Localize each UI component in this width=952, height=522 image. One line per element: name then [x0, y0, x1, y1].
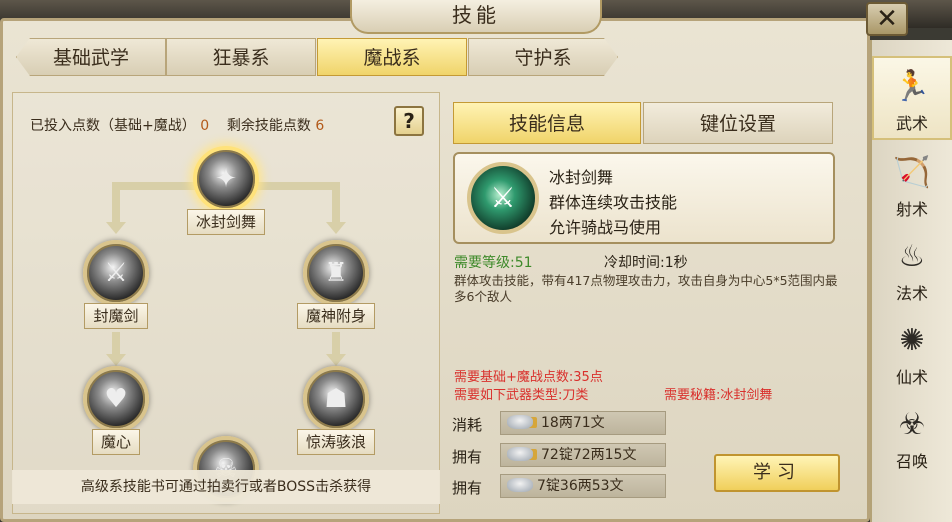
skill-name: 冰封剑舞 [549, 168, 614, 187]
summon-beast-icon: ☣ [898, 407, 926, 442]
skill-type: 群体连续攻击技能 [549, 193, 678, 212]
side-tab-magic[interactable]: ♨ 法术 [872, 228, 952, 312]
tree-connector [332, 332, 340, 354]
side-tab-label: 法术 [895, 284, 928, 303]
silver-ingot-icon [507, 478, 533, 492]
skill-node-label: 冰封剑舞 [186, 209, 265, 235]
skill-detail-card: ⚔ 冰封剑舞 群体连续攻击技能 允许骑战马使用 [453, 152, 835, 244]
remaining-points-value: 6 [315, 118, 325, 134]
required-weapon: 需要如下武器类型:刀类 [454, 388, 589, 403]
tree-connector [112, 332, 120, 354]
skill-node-demon-possession[interactable]: ♜ 魔神附身 [286, 240, 386, 329]
close-button[interactable]: ✕ [866, 2, 908, 36]
skill-node-seal-sword[interactable]: ⚔ 封魔剑 [66, 240, 166, 329]
skill-description: 群体攻击技能，带有417点物理攻击力，攻击自身为中心5*5范围内最多6个敌人 [454, 273, 838, 304]
required-book: 需要秘籍:冰封剑舞 [664, 388, 773, 403]
martial-arts-icon: 🏃 [893, 69, 931, 104]
tab-skill-info[interactable]: 技能信息 [453, 102, 641, 144]
immortal-swirl-icon: ✺ [899, 323, 925, 358]
owned-label: 拥有 [452, 479, 483, 497]
skill-node-demon-heart[interactable]: ♥ 魔心 [66, 366, 166, 455]
side-tab-label: 射术 [895, 200, 928, 219]
side-tab-summon[interactable]: ☣ 召唤 [872, 396, 952, 480]
owned-label: 拥有 [452, 448, 483, 466]
tab-keybind-settings[interactable]: 键位设置 [643, 102, 833, 144]
cost-value-box: 18两71文 [500, 411, 666, 435]
close-icon: ✕ [876, 4, 898, 34]
silver-ingot-icon [507, 415, 533, 429]
cooldown: 冷却时间:1秒 [604, 255, 688, 271]
cost-value: 18两71文 [541, 415, 605, 431]
required-points: 需要基础+魔战点数:35点 [454, 370, 603, 385]
points-summary: 已投入点数（基础+魔战） 0 剩余技能点数 6 [30, 115, 324, 135]
owned-silver-value: 7锭36两53文 [537, 478, 624, 494]
remaining-points-label: 剩余技能点数 [226, 118, 311, 134]
side-tab-immortal[interactable]: ✺ 仙术 [872, 312, 952, 396]
side-tab-label: 召唤 [895, 452, 928, 471]
demon-armor-icon: ♜ [303, 240, 369, 306]
archery-icon: 🏹 [893, 155, 931, 190]
stone-wave-icon: ☗ [303, 366, 369, 432]
silver-ingot-icon [507, 447, 533, 461]
cost-label: 消耗 [452, 416, 483, 434]
window-title: 技能 [350, 0, 602, 34]
skill-book-note: 高级系技能书可通过拍卖行或者BOSS击杀获得 [12, 470, 440, 504]
invested-points-label: 已投入点数（基础+魔战） [30, 118, 196, 134]
sword-dance-icon: ⚔ [467, 162, 539, 234]
tree-arrow [326, 222, 346, 234]
tree-arrow [106, 354, 126, 366]
magic-gourd-icon: ♨ [898, 239, 926, 274]
learn-button[interactable]: 学习 [714, 454, 840, 492]
owned-bound-value: 72锭72两15文 [541, 447, 637, 463]
help-button[interactable]: ? [394, 106, 424, 136]
side-tab-archery[interactable]: 🏹 射术 [872, 144, 952, 228]
skill-node-label: 魔神附身 [296, 303, 375, 329]
owned-silver-box: 7锭36两53文 [500, 474, 666, 498]
skill-node-ice-sword-dance[interactable]: ✦ 冰封剑舞 [176, 146, 276, 235]
tab-berserk[interactable]: 狂暴系 [166, 38, 316, 76]
skill-node-label: 封魔剑 [84, 303, 148, 329]
demon-heart-icon: ♥ [83, 366, 149, 432]
invested-points-value: 0 [200, 118, 210, 134]
tree-arrow [106, 222, 126, 234]
tab-guardian[interactable]: 守护系 [468, 38, 618, 76]
tab-magic-war[interactable]: 魔战系 [317, 38, 467, 76]
skill-node-label: 惊涛骇浪 [296, 429, 375, 455]
side-tab-martial[interactable]: 🏃 武术 [872, 56, 952, 140]
sword-dance-icon: ✦ [193, 146, 259, 212]
skill-node-stormy-waves[interactable]: ☗ 惊涛骇浪 [286, 366, 386, 455]
tree-connector [112, 182, 120, 222]
tree-arrow [326, 354, 346, 366]
side-tab-label: 武术 [895, 114, 928, 133]
required-level: 需要等级:51 [454, 255, 533, 271]
sword-icon: ⚔ [83, 240, 149, 306]
skill-node-label: 魔心 [91, 429, 140, 455]
skill-mount-note: 允许骑战马使用 [549, 218, 662, 237]
tree-connector [332, 182, 340, 222]
side-tab-label: 仙术 [895, 368, 928, 387]
tab-basic-martial[interactable]: 基础武学 [16, 38, 166, 76]
owned-bound-box: 72锭72两15文 [500, 443, 666, 467]
